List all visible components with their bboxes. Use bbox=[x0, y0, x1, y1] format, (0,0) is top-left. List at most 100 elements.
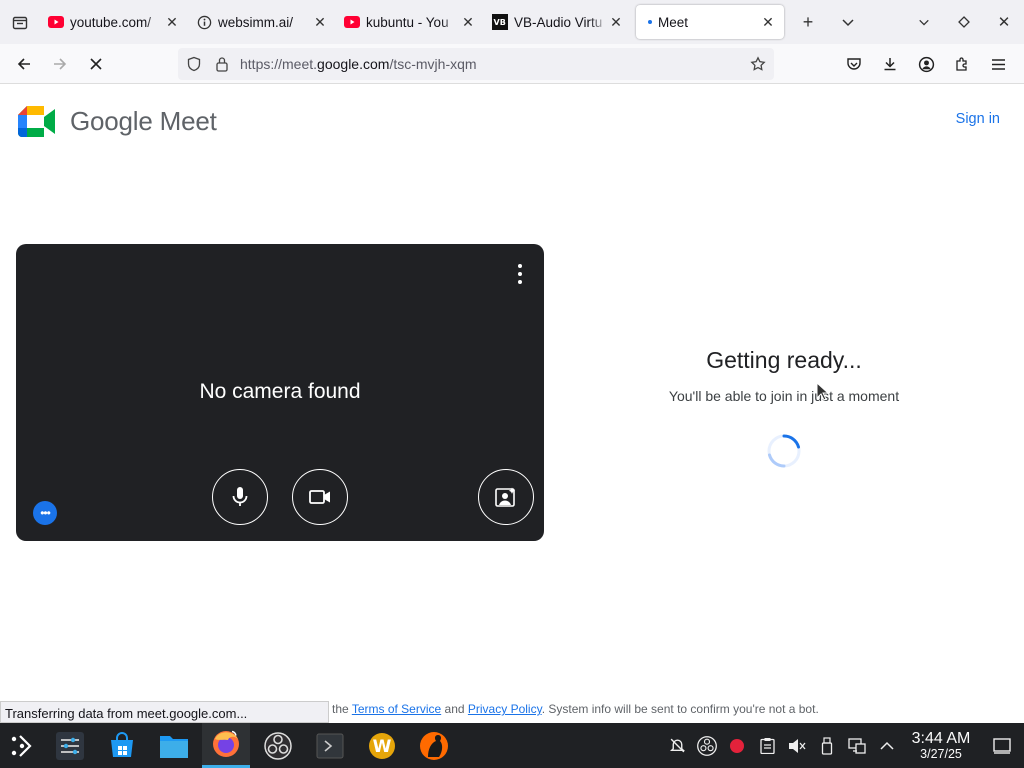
tab-close-icon[interactable]: ✕ bbox=[760, 14, 776, 31]
tray-obs[interactable] bbox=[692, 723, 722, 768]
legal-prefix: the bbox=[332, 702, 349, 716]
bird-app-icon bbox=[420, 731, 448, 760]
chevron-up-icon bbox=[880, 741, 894, 750]
application-launcher[interactable] bbox=[0, 723, 44, 768]
tab-youtube[interactable]: youtube.com/ ✕ bbox=[40, 5, 188, 39]
bell-off-icon bbox=[669, 738, 685, 753]
extensions-button[interactable] bbox=[944, 44, 980, 84]
clipboard-icon bbox=[759, 738, 775, 754]
page-content: Google Meet Sign in No camera found ••• … bbox=[0, 85, 1024, 723]
shield-icon[interactable] bbox=[180, 56, 208, 72]
url-text[interactable]: https://meet.google.com/tsc-mvjh-xqm bbox=[240, 56, 477, 72]
stop-button[interactable] bbox=[78, 44, 114, 84]
w-app-icon: W bbox=[369, 732, 395, 759]
no-camera-message: No camera found bbox=[199, 380, 361, 403]
new-tab-button[interactable]: + bbox=[788, 0, 828, 44]
tab-title: youtube.com/ bbox=[70, 14, 152, 30]
svg-text:VB: VB bbox=[494, 18, 506, 27]
meet-logo-icon bbox=[18, 106, 55, 137]
tray-notifications[interactable] bbox=[662, 723, 692, 768]
tab-close-icon[interactable]: ✕ bbox=[460, 14, 476, 31]
privacy-policy-link[interactable]: Privacy Policy bbox=[468, 702, 542, 716]
clock[interactable]: 3:44 AM 3/27/25 bbox=[902, 730, 980, 761]
tray-network[interactable] bbox=[842, 723, 872, 768]
window-close-button[interactable]: ✕ bbox=[984, 0, 1024, 44]
discover-store-icon bbox=[111, 731, 133, 757]
pocket-button[interactable] bbox=[836, 44, 872, 84]
diamond-icon bbox=[958, 16, 970, 28]
forward-button[interactable] bbox=[42, 44, 78, 84]
back-button[interactable] bbox=[6, 44, 42, 84]
taskbar-firefox[interactable] bbox=[202, 723, 250, 768]
browser-status-bar: Transferring data from meet.google.com..… bbox=[0, 701, 329, 723]
bookmark-star-icon[interactable] bbox=[744, 56, 772, 72]
loading-spinner bbox=[767, 434, 801, 468]
clock-time: 3:44 AM bbox=[911, 730, 971, 747]
taskbar-settings[interactable] bbox=[46, 723, 94, 768]
menu-button[interactable] bbox=[980, 44, 1016, 84]
legal-suffix: . System info will be sent to confirm yo… bbox=[541, 702, 819, 716]
visual-effects-button[interactable] bbox=[478, 469, 534, 525]
taskbar-wine[interactable]: W bbox=[358, 723, 406, 768]
more-actions-button[interactable]: ••• bbox=[33, 501, 57, 525]
terminal-icon bbox=[316, 733, 344, 758]
tray-record[interactable] bbox=[722, 723, 752, 768]
puzzle-icon bbox=[956, 57, 967, 71]
usb-drive-icon bbox=[821, 736, 833, 755]
tab-vb-audio[interactable]: VB VB-Audio Virtu ✕ bbox=[484, 5, 632, 39]
camera-button[interactable] bbox=[292, 469, 348, 525]
tab-kubuntu[interactable]: kubuntu - You ✕ bbox=[336, 5, 484, 39]
url-domain: google.com bbox=[317, 56, 390, 72]
account-button[interactable] bbox=[908, 44, 944, 84]
taskbar-discover[interactable] bbox=[98, 723, 146, 768]
list-tabs-button[interactable] bbox=[828, 0, 868, 44]
microphone-button[interactable] bbox=[212, 469, 268, 525]
window-maximize-button[interactable] bbox=[944, 0, 984, 44]
youtube-icon bbox=[48, 14, 64, 30]
taskbar-obs[interactable] bbox=[254, 723, 302, 768]
tray-volume[interactable] bbox=[782, 723, 812, 768]
launcher-icon bbox=[11, 734, 32, 757]
more-options-icon[interactable] bbox=[510, 264, 530, 284]
ready-panel: Getting ready... You'll be able to join … bbox=[600, 347, 968, 404]
window-minimize-button[interactable] bbox=[904, 0, 944, 44]
camera-preview: No camera found ••• bbox=[16, 244, 544, 541]
settings-sliders-icon bbox=[56, 731, 84, 760]
arrow-right-icon bbox=[54, 57, 67, 70]
tab-title: Meet bbox=[658, 14, 689, 30]
tab-close-icon[interactable]: ✕ bbox=[164, 14, 180, 31]
url-bar[interactable]: https://meet.google.com/tsc-mvjh-xqm bbox=[178, 48, 774, 80]
loading-dot bbox=[648, 20, 652, 24]
tab-bar: youtube.com/ ✕ websimm.ai/ ✕ kubuntu - Y… bbox=[0, 0, 1024, 44]
taskbar-audio-app[interactable] bbox=[410, 723, 458, 768]
desktop-icon bbox=[993, 737, 1011, 754]
taskbar-file-manager[interactable] bbox=[150, 723, 198, 768]
vb-audio-icon: VB bbox=[492, 14, 508, 30]
downloads-button[interactable] bbox=[872, 44, 908, 84]
folder-icon bbox=[160, 735, 188, 758]
getting-ready-subtext: You'll be able to join in just a moment bbox=[668, 388, 900, 404]
chevron-down-icon bbox=[919, 19, 929, 26]
tab-meet[interactable]: Meet ✕ bbox=[636, 5, 784, 39]
wired-network-icon bbox=[848, 737, 866, 754]
tab-websimm[interactable]: websimm.ai/ ✕ bbox=[188, 5, 336, 39]
tray-usb[interactable] bbox=[812, 723, 842, 768]
tab-title: websimm.ai/ bbox=[218, 14, 294, 30]
show-desktop-button[interactable] bbox=[980, 723, 1024, 768]
google-meet-logo[interactable]: Google Meet bbox=[18, 106, 217, 137]
arrow-left-icon bbox=[17, 57, 30, 70]
stop-icon bbox=[90, 57, 102, 70]
lock-icon[interactable] bbox=[208, 56, 236, 72]
system-tray: 3:44 AM 3/27/25 bbox=[662, 723, 1024, 768]
tray-clipboard[interactable] bbox=[752, 723, 782, 768]
tab-close-icon[interactable]: ✕ bbox=[312, 14, 328, 31]
tab-close-icon[interactable]: ✕ bbox=[608, 14, 624, 31]
close-icon: ✕ bbox=[997, 14, 1011, 31]
terms-of-service-link[interactable]: Terms of Service bbox=[352, 702, 441, 716]
tab-overview-button[interactable] bbox=[0, 0, 40, 44]
tab-title: kubuntu - You bbox=[366, 14, 449, 30]
clock-date: 3/27/25 bbox=[920, 747, 962, 761]
taskbar-terminal[interactable] bbox=[306, 723, 354, 768]
tray-expand[interactable] bbox=[872, 723, 902, 768]
sign-in-link[interactable]: Sign in bbox=[956, 111, 1000, 127]
